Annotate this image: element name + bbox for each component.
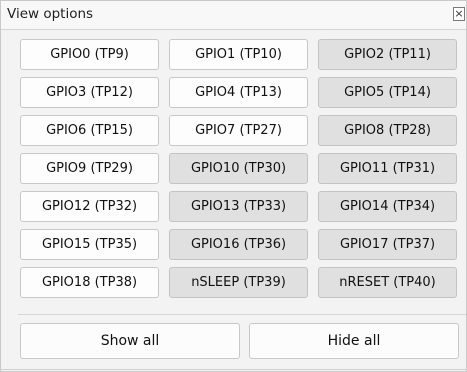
gpio-toggle-button[interactable]: GPIO11 (TP31) [318, 153, 457, 184]
hide-all-button[interactable]: Hide all [249, 323, 459, 359]
gpio-toggle-button[interactable]: GPIO4 (TP13) [169, 77, 308, 108]
gpio-toggle-button[interactable]: nRESET (TP40) [318, 267, 457, 298]
gpio-toggle-button[interactable]: GPIO17 (TP37) [318, 229, 457, 260]
gpio-toggle-button[interactable]: GPIO5 (TP14) [318, 77, 457, 108]
gpio-toggle-button[interactable]: GPIO1 (TP10) [169, 39, 308, 70]
gpio-toggle-button[interactable]: GPIO13 (TP33) [169, 191, 308, 222]
divider [18, 314, 466, 315]
gpio-toggle-button[interactable]: GPIO3 (TP12) [20, 77, 159, 108]
gpio-toggle-button[interactable]: GPIO14 (TP34) [318, 191, 457, 222]
gpio-toggle-button[interactable]: GPIO15 (TP35) [20, 229, 159, 260]
gpio-toggle-button[interactable]: GPIO7 (TP27) [169, 115, 308, 146]
view-options-panel: View options × GPIO0 (TP9) GPIO1 (TP10) GP… [0, 0, 467, 372]
gpio-toggle-button[interactable]: GPIO16 (TP36) [169, 229, 308, 260]
gpio-toggle-button[interactable]: GPIO9 (TP29) [20, 153, 159, 184]
bottom-border [1, 369, 467, 370]
gpio-toggle-button[interactable]: nSLEEP (TP39) [169, 267, 308, 298]
panel-titlebar: View options × [1, 1, 466, 30]
gpio-toggle-button[interactable]: GPIO0 (TP9) [20, 39, 159, 70]
gpio-toggle-button[interactable]: GPIO12 (TP32) [20, 191, 159, 222]
gpio-toggle-button[interactable]: GPIO8 (TP28) [318, 115, 457, 146]
gpio-toggle-button[interactable]: GPIO10 (TP30) [169, 153, 308, 184]
gpio-toggle-button[interactable]: GPIO18 (TP38) [20, 267, 159, 298]
panel-title: View options [7, 6, 94, 22]
gpio-toggle-button[interactable]: GPIO6 (TP15) [20, 115, 159, 146]
close-icon[interactable]: × [453, 7, 465, 21]
gpio-toggle-button[interactable]: GPIO2 (TP11) [318, 39, 457, 70]
show-all-button[interactable]: Show all [20, 323, 240, 359]
